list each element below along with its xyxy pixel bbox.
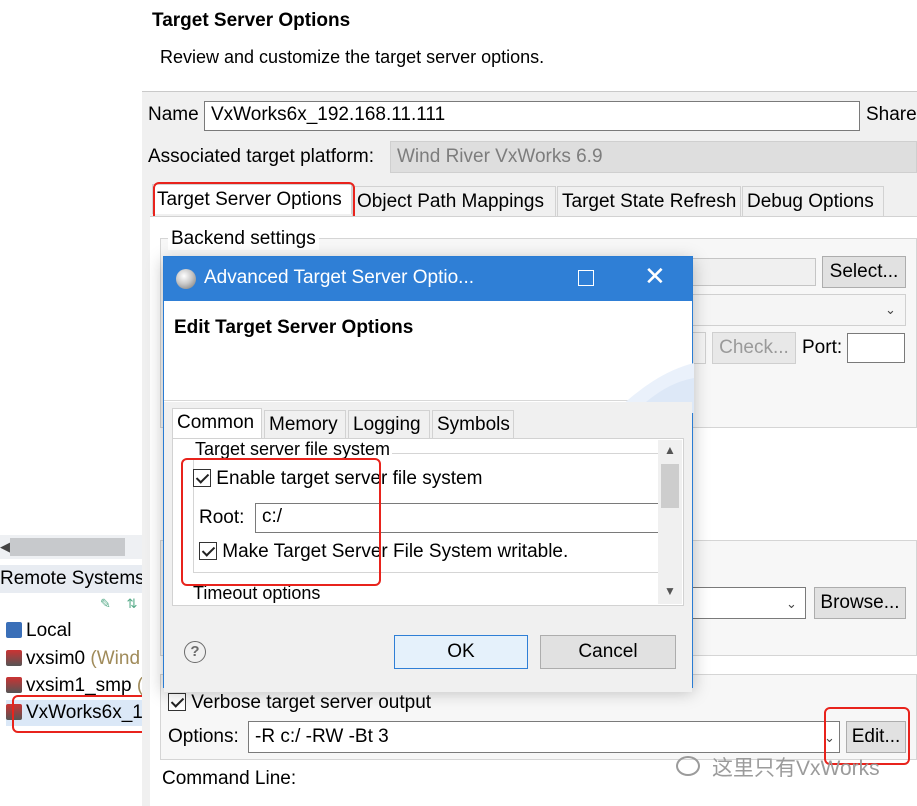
app-icon	[176, 269, 196, 289]
platform-field: Wind River VxWorks 6.9	[390, 141, 917, 173]
new-connection-icon[interactable]: ✎	[100, 596, 111, 611]
remote-systems-title-label: Remote Systems	[0, 568, 145, 589]
scroll-down-icon[interactable]: ▼	[664, 584, 676, 598]
advanced-options-modal: Advanced Target Server Optio... ✕ Edit T…	[163, 256, 694, 692]
tab-symbols[interactable]: Symbols	[432, 410, 514, 440]
modal-header: Edit Target Server Options	[164, 301, 694, 413]
share-label[interactable]: Share	[866, 104, 917, 126]
refresh-icon[interactable]: ⇅	[127, 596, 138, 611]
check-button[interactable]: Check...	[712, 332, 796, 364]
backend-combo[interactable]	[690, 294, 906, 326]
minimized-view-tab[interactable]	[10, 538, 125, 556]
tree-item-label: Local	[26, 620, 72, 641]
chevron-left-icon[interactable]: ◀	[0, 539, 10, 555]
tab-memory[interactable]: Memory	[264, 410, 346, 440]
target-connection-icon	[6, 650, 22, 666]
tab-target-state-refresh[interactable]: Target State Refresh	[557, 186, 741, 216]
maximize-icon[interactable]	[578, 270, 594, 286]
port-label: Port:	[802, 337, 843, 358]
modal-window-title: Advanced Target Server Optio...	[204, 267, 475, 288]
cancel-button[interactable]: Cancel	[540, 635, 676, 669]
page-title: Target Server Options	[152, 10, 351, 31]
tab-common[interactable]: Common	[172, 408, 262, 438]
scrollbar-thumb[interactable]	[661, 464, 679, 508]
highlight-box-fs	[181, 458, 381, 586]
remote-systems-toolbar: ✎ ⇅	[100, 596, 137, 612]
tree-item-label: vxsim1_smp	[26, 675, 132, 696]
ok-button[interactable]: OK	[394, 635, 528, 669]
fs-group-label: Target server file system	[193, 439, 393, 460]
chevron-down-icon[interactable]: ⌄	[786, 596, 797, 612]
tab-debug-options[interactable]: Debug Options	[742, 186, 884, 216]
page-subtitle: Review and customize the target server o…	[160, 47, 545, 67]
backend-type-field[interactable]	[690, 258, 816, 286]
modal-header-title: Edit Target Server Options	[174, 317, 414, 338]
local-host-icon	[6, 622, 22, 638]
scroll-up-icon[interactable]: ▲	[664, 443, 676, 457]
select-button[interactable]: Select...	[822, 256, 906, 288]
watermark-text: 这里只有VxWorks	[712, 757, 880, 780]
help-icon[interactable]: ?	[184, 641, 206, 663]
chevron-down-icon[interactable]: ⌄	[885, 302, 896, 318]
tree-item-local[interactable]: Local	[6, 618, 71, 644]
highlight-box-tree-item	[12, 695, 149, 733]
view-tab-strip: ◀	[0, 535, 145, 559]
verbose-row[interactable]: Verbose target server output	[168, 692, 431, 714]
close-icon[interactable]: ✕	[644, 261, 666, 292]
name-label: Name	[148, 104, 199, 125]
port-input[interactable]	[847, 333, 905, 363]
verbose-checkbox[interactable]	[168, 693, 186, 711]
wechat-icon	[676, 756, 700, 776]
options-input[interactable]: -R c:/ -RW -Bt 3	[248, 721, 840, 753]
tab-logging[interactable]: Logging	[348, 410, 430, 440]
target-connection-icon	[6, 677, 22, 693]
options-label: Options:	[168, 726, 239, 747]
backend-group-label: Backend settings	[168, 228, 319, 250]
browse-button[interactable]: Browse...	[814, 587, 906, 619]
tree-item-vxsim0[interactable]: vxsim0 (Wind	[6, 646, 140, 672]
tree-item-note: (Wind	[85, 648, 141, 669]
name-input[interactable]: VxWorks6x_192.168.11.111	[204, 101, 860, 131]
tab-object-path-mappings[interactable]: Object Path Mappings	[352, 186, 556, 216]
content-scrollbar[interactable]: ▲ ▼	[658, 440, 682, 604]
timeout-group-label: Timeout options	[193, 583, 321, 603]
verbose-label: Verbose target server output	[191, 692, 432, 713]
modal-titlebar[interactable]: Advanced Target Server Optio... ✕	[164, 257, 692, 301]
tree-item-label: vxsim0	[26, 648, 86, 669]
remote-systems-title[interactable]: Remote Systems	[0, 565, 145, 593]
platform-label: Associated target platform:	[148, 146, 374, 167]
command-line-label: Command Line:	[162, 768, 297, 789]
